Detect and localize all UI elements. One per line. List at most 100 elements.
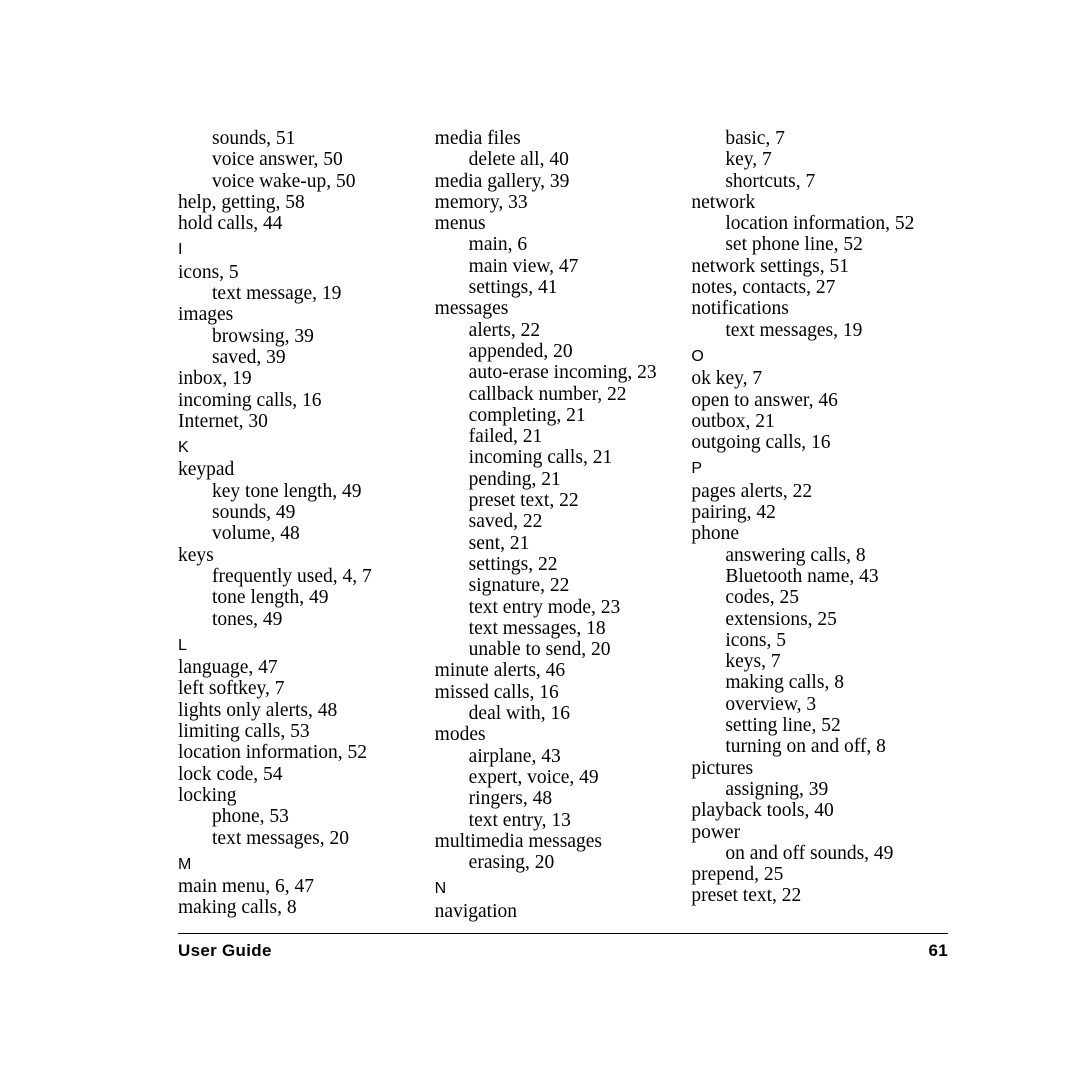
index-subentry: unable to send, 20 [468, 639, 611, 661]
index-subentry: failed, 21 [468, 426, 543, 448]
index-subentry: basic, 7 [725, 128, 785, 149]
index-entry: minute alerts, 46 [434, 660, 566, 682]
index-letter-heading: O [691, 347, 704, 365]
index-entry: lights only alerts, 48 [178, 699, 338, 721]
index-entry: language, 47 [178, 657, 278, 679]
index-entry: icons, 5 [178, 261, 239, 283]
index-entry: navigation [434, 900, 517, 922]
index-subentry: sent, 21 [468, 532, 530, 554]
index-subentry: completing, 21 [468, 404, 586, 426]
index-entry: notes, contacts, 27 [691, 277, 836, 299]
index-letter-heading: N [434, 880, 447, 898]
index-subentry: location information, 52 [725, 213, 915, 235]
index-entry: keypad [178, 459, 235, 481]
index-subentry: shortcuts, 7 [725, 170, 816, 192]
index-entry: playback tools, 40 [691, 800, 834, 822]
index-entry: pairing, 42 [691, 502, 776, 524]
index-entry: pictures [691, 757, 754, 779]
index-entry: memory, 33 [434, 191, 528, 213]
index-subentry: main view, 47 [468, 255, 579, 277]
index-entry: prepend, 25 [691, 864, 784, 886]
index-letter-heading: K [178, 439, 189, 457]
index-entry: lock code, 54 [178, 763, 283, 785]
index-subentry: sounds, 49 [212, 502, 296, 524]
index-subentry: overview, 3 [725, 693, 817, 715]
index-subentry: text messages, 18 [468, 617, 606, 639]
index-page: sounds, 51 voice answer, 50 voice wake-up,… [0, 0, 1080, 1080]
index-subentry: frequently used, 4, 7 [212, 565, 372, 587]
index-entry: locking [178, 784, 237, 806]
index-subentry: expert, voice, 49 [468, 766, 599, 788]
index-subentry: erasing, 20 [468, 852, 555, 874]
index-subentry: text messages, 20 [212, 827, 350, 849]
index-subentry: set phone line, 52 [725, 234, 863, 256]
index-entry: Internet, 30 [178, 410, 268, 432]
index-column-3: basic, 7 key, 7 shortcuts, 7 network locatio… [691, 128, 948, 922]
index-entry: media files [434, 128, 521, 149]
index-subentry: alerts, 22 [468, 319, 541, 341]
index-entry: location information, 52 [178, 742, 368, 764]
index-entry: power [691, 821, 741, 843]
index-entry: preset text, 22 [691, 885, 802, 907]
footer-page-number: 61 [928, 941, 948, 960]
index-entry: making calls, 8 [178, 897, 297, 919]
index-entry: media gallery, 39 [434, 170, 570, 192]
index-letter-heading: I [178, 241, 183, 259]
index-subentry: deal with, 16 [468, 703, 570, 725]
index-subentry: extensions, 25 [725, 608, 837, 630]
index-subentry: tone length, 49 [212, 587, 329, 609]
index-entry: menus [434, 213, 486, 235]
index-entry: hold calls, 44 [178, 213, 283, 235]
index-subentry: browsing, 39 [212, 325, 314, 347]
index-subentry: saved, 22 [468, 511, 543, 533]
index-subentry: key tone length, 49 [212, 480, 362, 502]
index-subentry: phone, 53 [212, 806, 289, 828]
index-subentry: delete all, 40 [468, 149, 569, 171]
index-subentry: icons, 5 [725, 629, 787, 651]
index-subentry: saved, 39 [212, 346, 286, 368]
footer-document-title: User Guide [178, 941, 272, 960]
index-subentry: auto-erase incoming, 23 [468, 362, 657, 384]
index-subentry: text entry, 13 [468, 809, 571, 831]
footer-divider [178, 933, 948, 934]
page-footer: User Guide 61 [178, 941, 948, 961]
index-subentry: main, 6 [468, 234, 528, 256]
index-entry: limiting calls, 53 [178, 721, 310, 743]
index-subentry: settings, 41 [468, 277, 558, 299]
index-subentry: incoming calls, 21 [468, 447, 613, 469]
index-entry: outbox, 21 [691, 410, 775, 432]
index-column-2: media files delete all, 40 media gallery, … [435, 128, 692, 922]
index-subentry: text entry mode, 23 [468, 596, 621, 618]
index-subentry: signature, 22 [468, 575, 570, 597]
index-subentry: sounds, 51 [212, 128, 296, 149]
index-subentry: ringers, 48 [468, 788, 553, 810]
index-subentry: key, 7 [725, 149, 772, 171]
index-entry: keys [178, 544, 214, 566]
index-entry: phone [691, 523, 739, 545]
index-entry: notifications [691, 298, 789, 320]
index-subentry: preset text, 22 [468, 490, 579, 512]
index-subentry: text messages, 19 [725, 319, 863, 341]
index-subentry: on and off sounds, 49 [725, 842, 894, 864]
index-entry: pages alerts, 22 [691, 480, 813, 502]
index-subentry: settings, 22 [468, 553, 558, 575]
index-column-1: sounds, 51 voice answer, 50 voice wake-up,… [178, 128, 435, 922]
index-subentry: pending, 21 [468, 468, 561, 490]
index-letter-heading: L [178, 636, 188, 654]
index-subentry: text message, 19 [212, 283, 342, 305]
index-entry: ok key, 7 [691, 368, 763, 390]
index-subentry: tones, 49 [212, 608, 283, 630]
index-subentry: answering calls, 8 [725, 544, 866, 566]
index-entry: incoming calls, 16 [178, 389, 322, 411]
index-subentry: keys, 7 [725, 651, 781, 673]
index-subentry: setting line, 52 [725, 715, 841, 737]
index-entry: missed calls, 16 [434, 681, 559, 703]
index-entry: modes [434, 724, 486, 746]
index-subentry: assigning, 39 [725, 778, 829, 800]
index-entry: multimedia messages [434, 830, 603, 852]
index-subentry: making calls, 8 [725, 672, 844, 694]
index-subentry: callback number, 22 [468, 383, 627, 405]
index-entry: network [691, 191, 756, 213]
index-subentry: appended, 20 [468, 340, 573, 362]
index-entry: messages [434, 298, 509, 320]
